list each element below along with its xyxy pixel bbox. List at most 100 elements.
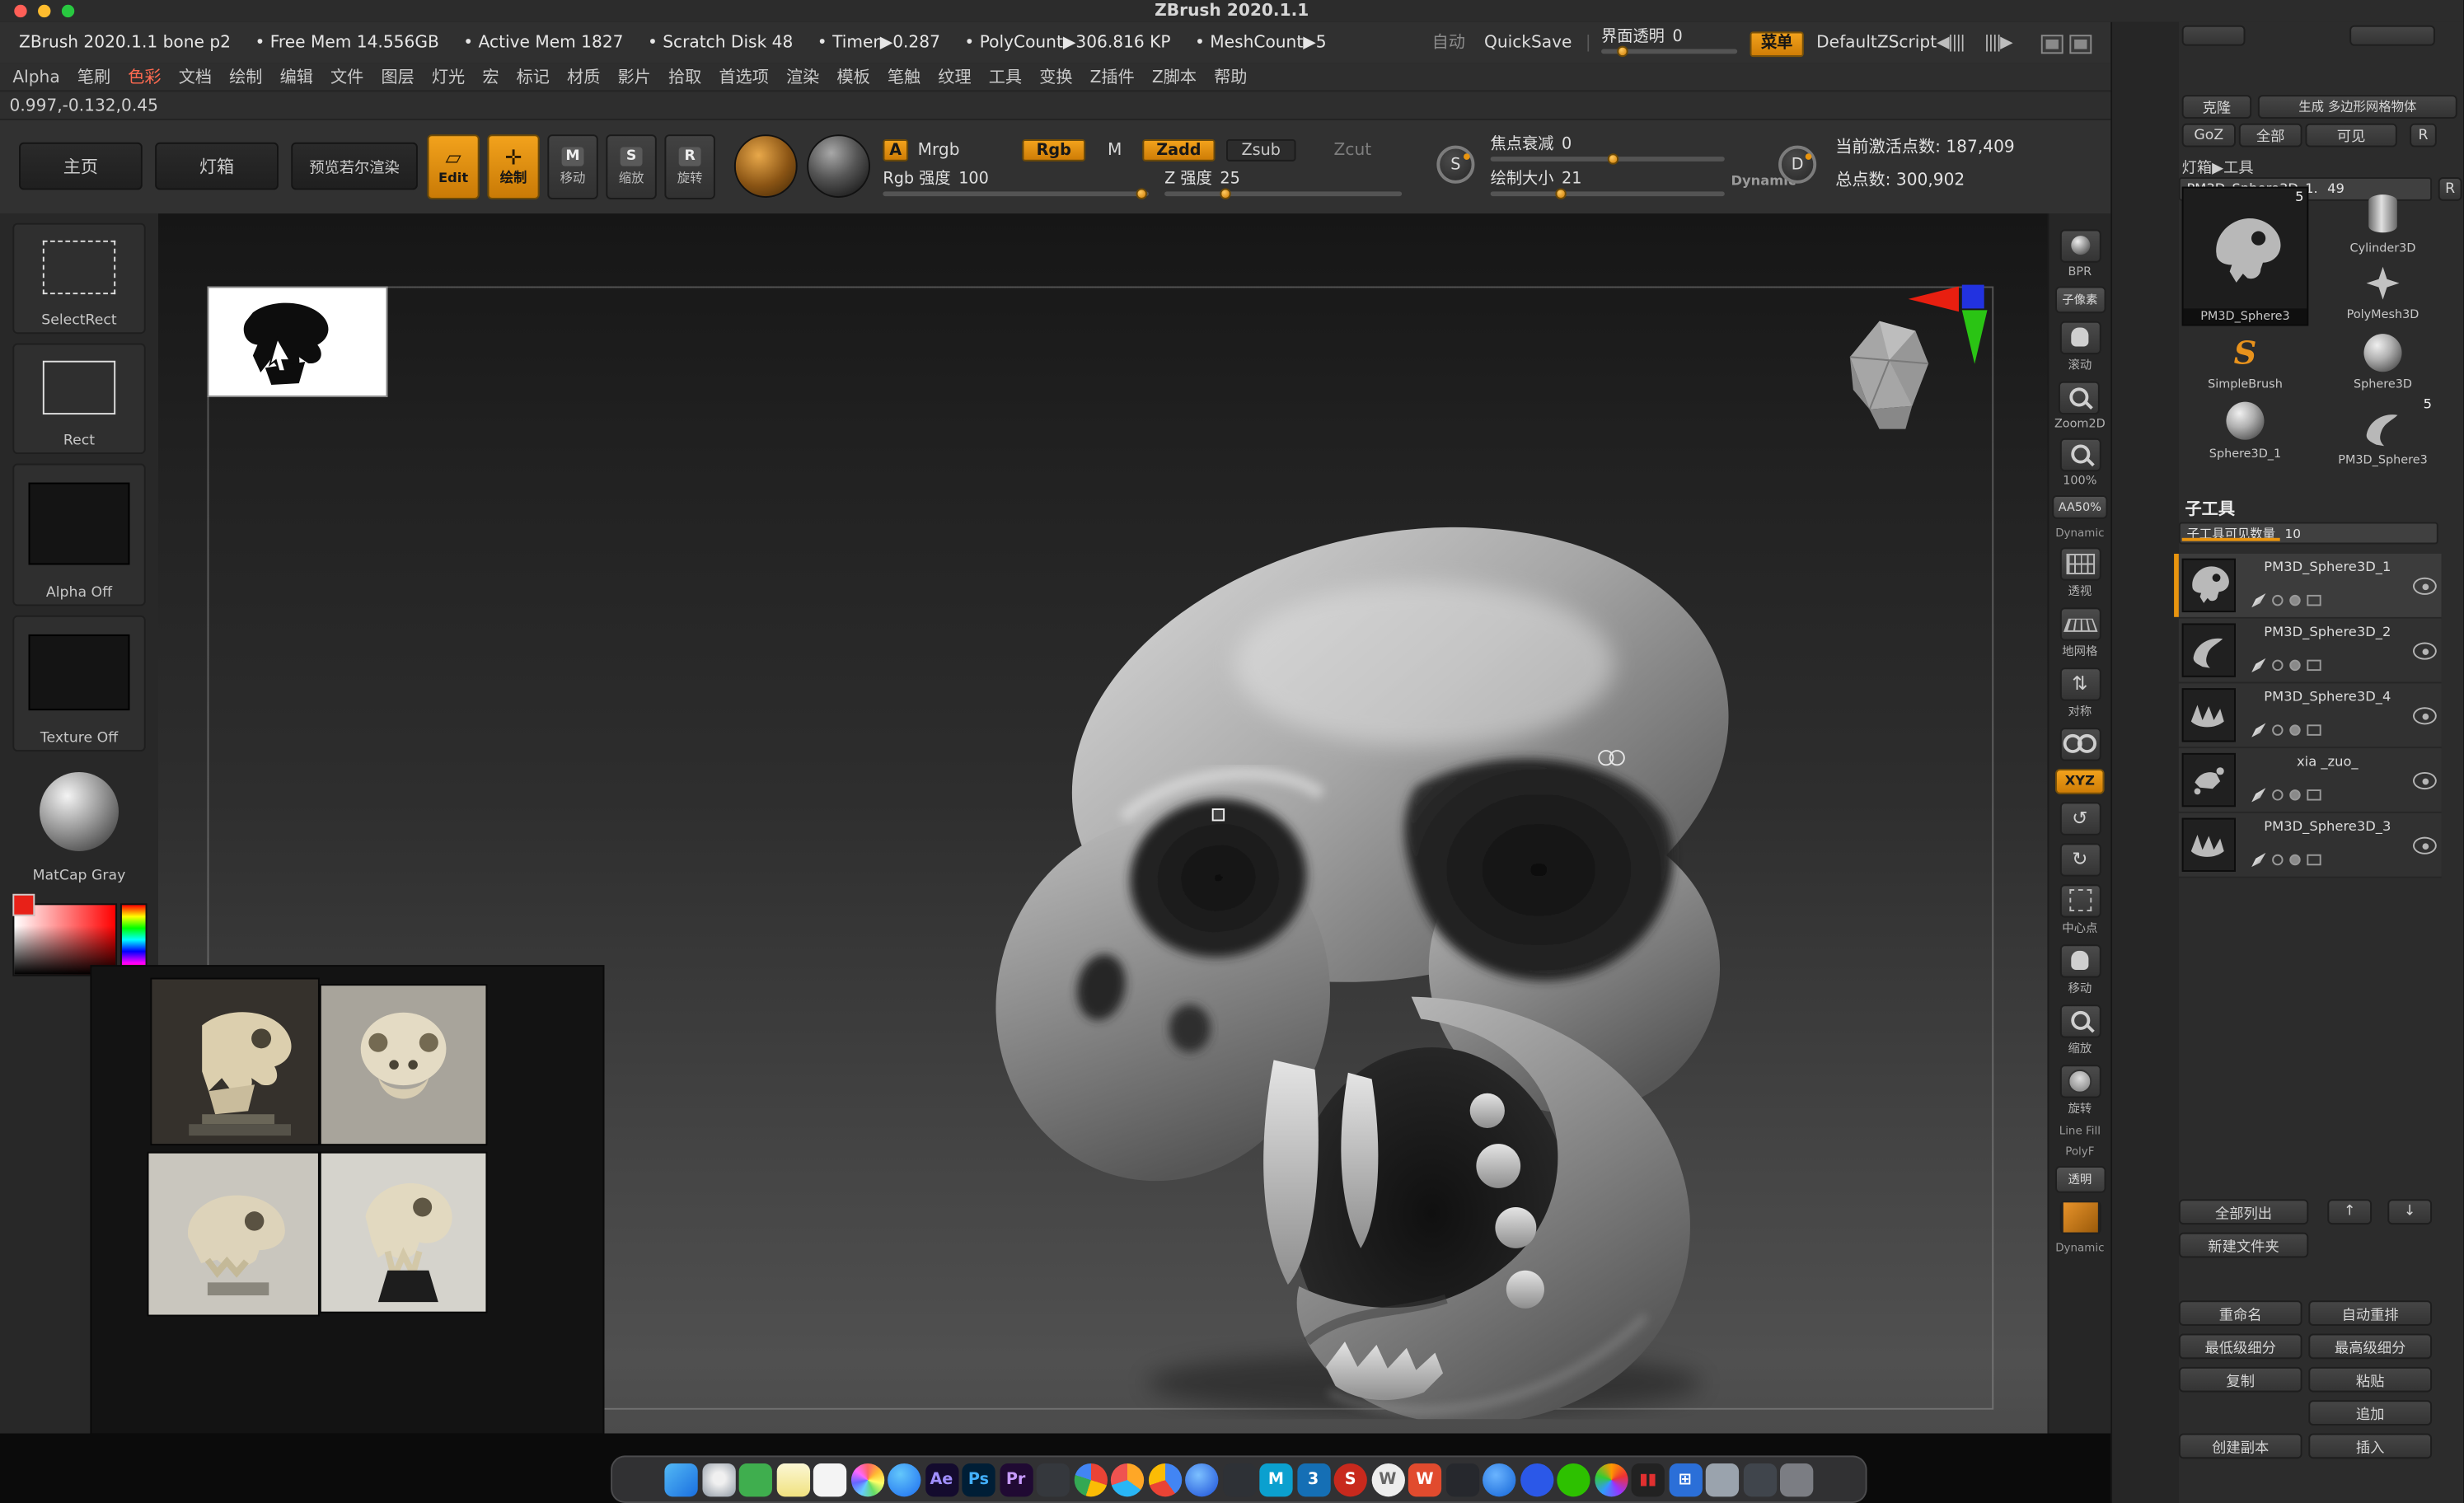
dock-icon-calendar[interactable] — [813, 1463, 846, 1496]
subtool-visibility-eye-icon[interactable] — [2413, 707, 2437, 724]
right-shelf-rotate-ccw-rot1-icon[interactable]: ↺ — [2059, 801, 2101, 834]
menu-首选项[interactable]: 首选项 — [719, 65, 768, 89]
dock-icon-chrome-2[interactable] — [1111, 1463, 1144, 1496]
menu-工具[interactable]: 工具 — [989, 65, 1022, 89]
right-shelf-floor-floor-icon[interactable]: 地网格 — [2059, 606, 2101, 658]
draw-mode-button[interactable]: ✛ 绘制 — [487, 134, 539, 199]
subtool-visibility-eye-icon[interactable] — [2413, 643, 2437, 660]
dock-icon-ae[interactable]: Ae — [925, 1463, 958, 1496]
previous-ui-icon[interactable] — [2041, 35, 2063, 54]
clone-button[interactable]: 克隆 — [2182, 95, 2251, 119]
quicksave-button[interactable]: QuickSave — [1484, 22, 1572, 63]
dock-icon-w-red[interactable]: W — [1408, 1463, 1441, 1496]
rgb-intensity-slider[interactable]: Rgb 强度100 — [883, 171, 1149, 196]
dock-icon-blue-globe[interactable] — [1185, 1463, 1218, 1496]
zscript-step-forward-icon[interactable]: ||||▶ — [1984, 22, 2012, 63]
dock-icon-ps[interactable]: Ps — [962, 1463, 995, 1496]
dock-icon-substance[interactable]: S — [1334, 1463, 1367, 1496]
menu-文件[interactable]: 文件 — [330, 65, 363, 89]
lightbox-button[interactable]: 灯箱 — [155, 143, 279, 190]
tool-thumb-PolyMesh3D[interactable]: PolyMesh3D — [2330, 260, 2435, 323]
right-shelf-scroll-hand-icon[interactable]: 滚动 — [2059, 321, 2101, 372]
menu-笔触[interactable]: 笔触 — [888, 65, 920, 89]
depth-dial[interactable]: D — [1778, 146, 1816, 184]
rotate-mode-button[interactable]: R 旋转 — [664, 134, 714, 199]
tool-thumb-SimpleBrush[interactable]: SSimpleBrush — [2182, 329, 2309, 392]
texture-selector-button[interactable]: Texture Off — [12, 616, 145, 752]
dock-icon-dark-app[interactable] — [1445, 1463, 1478, 1496]
dock-icon-chrome-1[interactable] — [1074, 1463, 1107, 1496]
subtool-item-PM3D_Sphere3D_1[interactable]: PM3D_Sphere3D_1 — [2179, 554, 2442, 619]
right-shelf-material-swatch-osq-icon[interactable] — [2059, 1200, 2101, 1233]
tool-thumb-Cylinder3D[interactable]: Cylinder3D — [2330, 187, 2435, 256]
dock-icon-photos[interactable] — [850, 1463, 883, 1496]
subtool-visibility-eye-icon[interactable] — [2413, 772, 2437, 789]
menu-Z脚本[interactable]: Z脚本 — [1152, 65, 1197, 89]
insert-subtool-button[interactable]: 插入 — [2308, 1434, 2432, 1459]
duplicate-subtool-button[interactable]: 创建副本 — [2179, 1434, 2302, 1459]
dock-icon-rainbow[interactable] — [1594, 1463, 1627, 1496]
gizmo-z-axis-cube[interactable] — [1962, 285, 1984, 309]
menu-Alpha[interactable]: Alpha — [12, 68, 59, 87]
ui-opacity-slider[interactable]: 界面透明0 — [1601, 29, 1737, 54]
dock-icon-notes[interactable] — [776, 1463, 809, 1496]
right-shelf-rotate-knob-icon[interactable]: 旋转 — [2059, 1064, 2101, 1116]
dock-icon-display-prefs[interactable] — [1706, 1463, 1739, 1496]
home-button[interactable]: 主页 — [19, 143, 143, 190]
gizmo-y-axis-arrow[interactable] — [1962, 310, 1988, 363]
menu-渲染[interactable]: 渲染 — [786, 65, 819, 89]
menu-笔刷[interactable]: 笔刷 — [77, 65, 110, 89]
alpha-selector-button[interactable]: Alpha Off — [12, 464, 145, 606]
alpha-channel-button[interactable]: A — [883, 139, 908, 162]
material-selector-button[interactable]: MatCap Gray — [12, 758, 145, 887]
scale-mode-button[interactable]: S 缩放 — [606, 134, 656, 199]
preview-render-button[interactable]: 预览若尔渲染 — [291, 143, 418, 190]
dock-icon-wechat[interactable] — [1557, 1463, 1590, 1496]
menu-影片[interactable]: 影片 — [617, 65, 650, 89]
menu-图层[interactable]: 图层 — [381, 65, 414, 89]
subtool-mini-toggles[interactable] — [2251, 853, 2321, 867]
reference-photo-2[interactable] — [321, 986, 486, 1144]
copy-subtool-button[interactable]: 复制 — [2179, 1367, 2302, 1393]
current-color-swatch[interactable] — [12, 894, 35, 916]
list-all-button[interactable]: 全部列出 — [2179, 1199, 2308, 1224]
right-shelf-local-sym-link-icon[interactable] — [2059, 727, 2101, 760]
del-lower-subdiv-button[interactable]: 最低级细分 — [2179, 1334, 2302, 1360]
menu-灯光[interactable]: 灯光 — [432, 65, 465, 89]
current-material-swatch[interactable] — [807, 134, 870, 198]
dock-icon-chrome-3[interactable] — [1148, 1463, 1181, 1496]
zsub-mode-button[interactable]: Zsub — [1226, 139, 1295, 162]
dock-icon-max[interactable]: 3 — [1296, 1463, 1329, 1496]
dock-icon-launchpad[interactable] — [702, 1463, 735, 1496]
zadd-mode-button[interactable]: Zadd — [1142, 139, 1215, 162]
subtool-item-PM3D_Sphere3D_2[interactable]: PM3D_Sphere3D_2 — [2179, 619, 2442, 684]
menu-button[interactable]: 菜单 — [1750, 31, 1804, 57]
dock-icon-maya[interactable]: M — [1259, 1463, 1292, 1496]
auto-reorder-button[interactable]: 自动重排 — [2308, 1300, 2432, 1326]
reference-photo-4[interactable] — [321, 1154, 486, 1312]
dock-icon-pr[interactable]: Pr — [999, 1463, 1032, 1496]
tool-r-button[interactable]: R — [2438, 177, 2462, 201]
subtool-mini-toggles[interactable] — [2251, 658, 2321, 672]
menu-帮助[interactable]: 帮助 — [1214, 65, 1247, 89]
subtool-visible-count-slider[interactable]: 子工具可见数量 10 — [2179, 522, 2438, 545]
next-ui-icon[interactable] — [2069, 35, 2092, 54]
right-shelf-center-frame-icon[interactable]: 中心点 — [2059, 883, 2101, 935]
dock-icon-blue-app[interactable] — [1483, 1463, 1515, 1496]
selectrect-brush-button[interactable]: SelectRect — [12, 223, 145, 334]
dock-icon-safari[interactable] — [888, 1463, 920, 1496]
right-shelf-persp-grid-icon[interactable]: 透视 — [2059, 546, 2101, 598]
draw-size-slider[interactable]: 绘制大小21 — [1491, 171, 1725, 196]
goz-button[interactable]: GoZ — [2182, 124, 2236, 147]
m-mode-label[interactable]: M — [1108, 141, 1122, 160]
partial-button-1[interactable] — [2182, 26, 2246, 46]
make-polymesh3d-button[interactable]: 生成 多边形网格物体 — [2258, 95, 2457, 119]
goz-visible-button[interactable]: 可见 — [2305, 124, 2396, 147]
rename-button[interactable]: 重命名 — [2179, 1300, 2302, 1326]
right-shelf-aahalf[interactable]: AA50% — [2052, 494, 2107, 518]
right-shelf-bpr-sphere-icon[interactable]: BPR — [2059, 228, 2101, 278]
gizmo-x-axis-arrow[interactable] — [1909, 287, 1959, 312]
dock-icon-music[interactable] — [1520, 1463, 1553, 1496]
stroke-rect-button[interactable]: Rect — [12, 344, 145, 454]
dock-icon-app-grid[interactable] — [739, 1463, 772, 1496]
